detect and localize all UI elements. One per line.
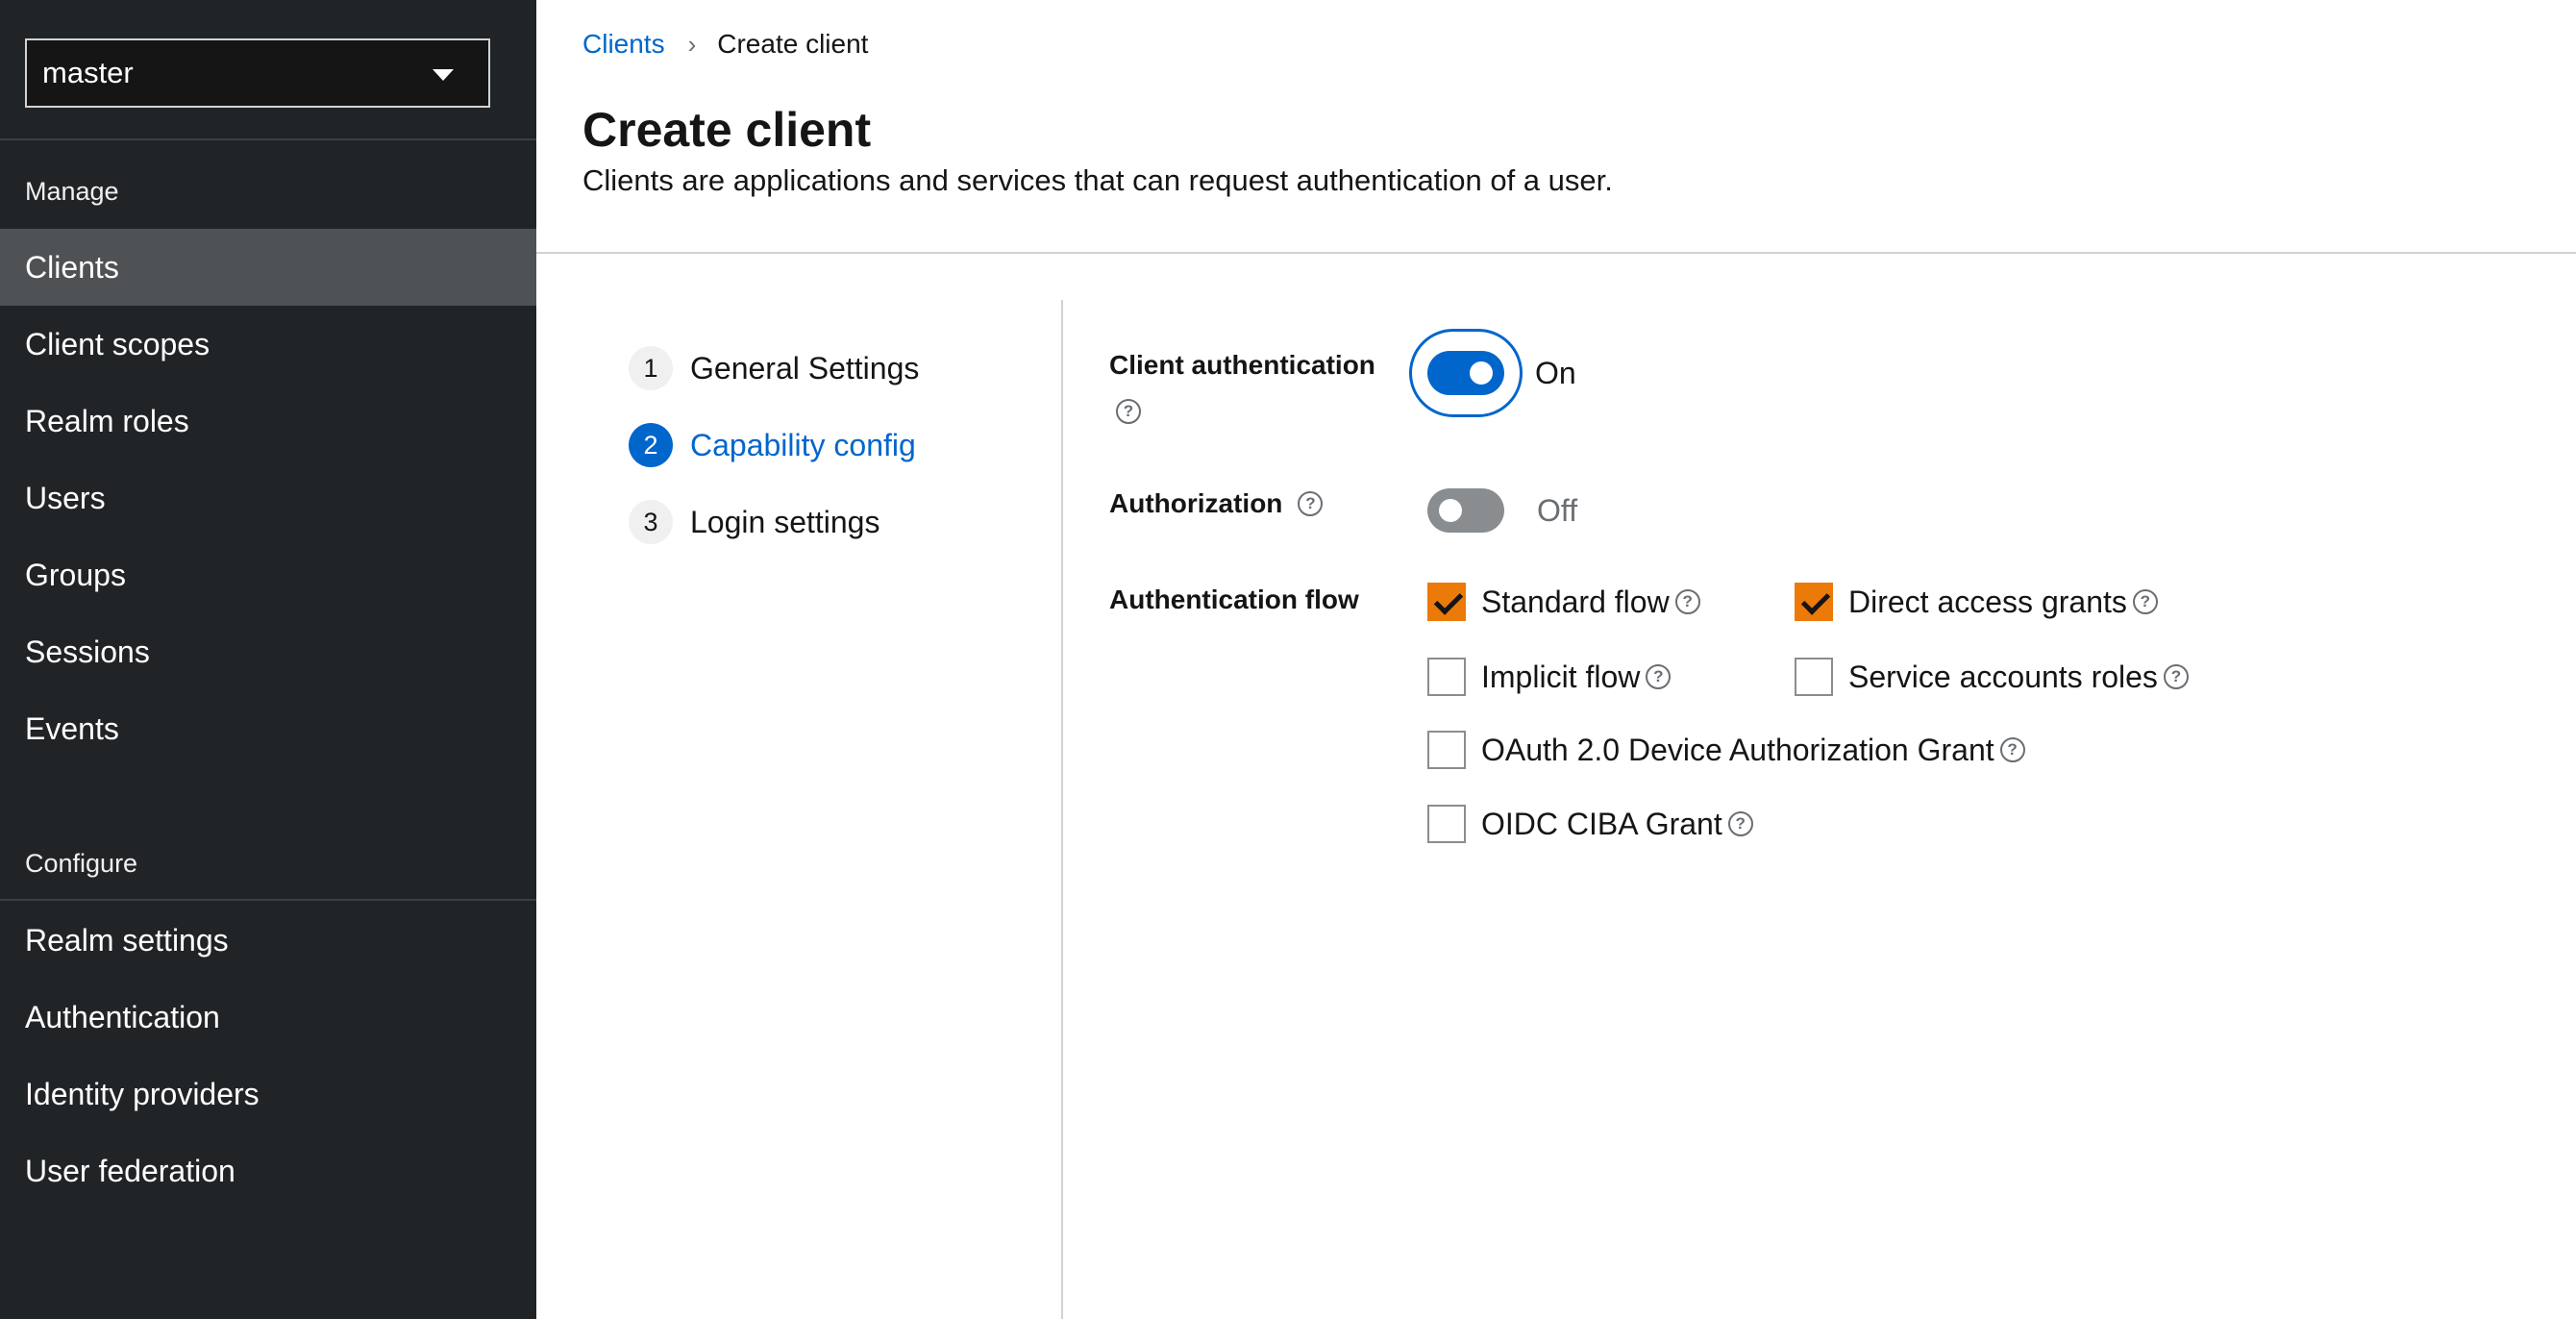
help-icon[interactable]: ? [1674,589,1700,614]
service-accounts-roles-option: Service accounts roles ? [1795,658,2189,696]
sidebar-section-manage: Manage [25,177,119,206]
switch-knob [1470,361,1493,385]
sidebar: master Manage Clients Client scopes Real… [0,0,536,1319]
sidebar-item-label: Users [25,480,106,515]
authentication-flow-label-text: Authentication flow [1109,585,1359,614]
realm-select-value: master [42,56,134,89]
step-label: Login settings [690,504,880,539]
sidebar-item-label: Events [25,710,119,746]
device-authorization-grant-label: OAuth 2.0 Device Authorization Grant [1481,732,1994,767]
sidebar-item-label: User federation [25,1153,235,1188]
sidebar-item-users[interactable]: Users [0,460,536,536]
wizard-step-capability-config[interactable]: 2 Capability config [629,423,916,467]
implicit-flow-option: Implicit flow ? [1427,658,1672,696]
help-icon[interactable]: ? [1298,491,1324,516]
step-number: 3 [629,500,673,544]
authorization-state: Off [1537,492,1578,528]
breadcrumb-current: Create client [717,29,869,59]
breadcrumb-link-clients[interactable]: Clients [582,29,665,60]
step-number: 2 [629,423,673,467]
standard-flow-checkbox[interactable] [1427,583,1466,621]
wizard-nav: 1 General Settings 2 Capability config 3… [536,300,1063,1319]
help-icon[interactable]: ? [2163,664,2189,689]
service-accounts-roles-label: Service accounts roles [1848,659,2158,694]
sidebar-section-configure: Configure [25,849,138,878]
chevron-right-icon: › [687,29,697,59]
sidebar-item-identity-providers[interactable]: Identity providers [0,1056,536,1132]
direct-access-grants-option: Direct access grants ? [1795,583,2158,621]
sidebar-item-label: Realm roles [25,403,189,438]
device-authorization-grant-option: OAuth 2.0 Device Authorization Grant ? [1427,731,2025,769]
oidc-ciba-grant-label: OIDC CIBA Grant [1481,806,1722,841]
sidebar-item-label: Groups [25,557,126,592]
authentication-flow-label: Authentication flow [1109,585,1359,615]
standard-flow-label: Standard flow [1481,584,1670,619]
authorization-switch[interactable] [1427,488,1504,533]
help-icon[interactable]: ? [1116,399,1141,424]
standard-flow-option: Standard flow ? [1427,583,1700,621]
authorization-label: Authorization ? [1109,488,1324,519]
sidebar-item-label: Authentication [25,999,220,1034]
help-icon[interactable]: ? [1727,811,1753,836]
sidebar-item-realm-roles[interactable]: Realm roles [0,383,536,460]
client-authentication-state: On [1535,355,1576,390]
help-icon[interactable]: ? [2132,589,2158,614]
authorization-label-text: Authorization [1109,488,1283,518]
oidc-ciba-grant-option: OIDC CIBA Grant ? [1427,805,1753,843]
sidebar-item-realm-settings[interactable]: Realm settings [0,902,536,979]
sidebar-item-user-federation[interactable]: User federation [0,1132,536,1209]
sidebar-item-label: Realm settings [25,922,229,958]
implicit-flow-checkbox[interactable] [1427,658,1466,696]
client-authentication-switch[interactable] [1427,351,1504,395]
wizard-step-login-settings[interactable]: 3 Login settings [629,500,879,544]
breadcrumb: Clients › Create client [582,29,868,60]
step-label: General Settings [690,350,920,386]
realm-select[interactable]: master [25,38,490,108]
switch-knob [1439,499,1462,522]
device-authorization-grant-checkbox[interactable] [1427,731,1466,769]
page-title: Create client [582,103,872,157]
sidebar-item-groups[interactable]: Groups [0,536,536,613]
client-authentication-label-text: Client authentication [1109,350,1375,380]
sidebar-divider [0,138,536,140]
client-authentication-toggle-group: On [1427,351,1576,395]
sidebar-item-label: Sessions [25,634,150,669]
sidebar-item-authentication[interactable]: Authentication [0,979,536,1056]
authorization-toggle-group: Off [1427,488,1577,533]
client-authentication-label: Client authentication [1109,350,1375,381]
sidebar-divider [0,899,536,901]
direct-access-grants-checkbox[interactable] [1795,583,1833,621]
sidebar-item-events[interactable]: Events [0,690,536,767]
step-number: 1 [629,346,673,390]
step-label: Capability config [690,427,916,462]
sidebar-item-client-scopes[interactable]: Client scopes [0,306,536,383]
sidebar-item-sessions[interactable]: Sessions [0,613,536,690]
header-divider [536,252,2576,254]
page-description: Clients are applications and services th… [582,163,1613,197]
sidebar-item-label: Identity providers [25,1076,260,1111]
caret-down-icon [433,69,454,81]
wizard-step-general-settings[interactable]: 1 General Settings [629,346,919,390]
sidebar-item-clients[interactable]: Clients [0,229,536,306]
sidebar-item-label: Client scopes [25,326,211,361]
sidebar-item-label: Clients [25,249,119,285]
help-icon[interactable]: ? [1646,664,1672,689]
help-icon[interactable]: ? [1999,737,2025,762]
implicit-flow-label: Implicit flow [1481,659,1641,694]
direct-access-grants-label: Direct access grants [1848,584,2127,619]
service-accounts-roles-checkbox[interactable] [1795,658,1833,696]
oidc-ciba-grant-checkbox[interactable] [1427,805,1466,843]
